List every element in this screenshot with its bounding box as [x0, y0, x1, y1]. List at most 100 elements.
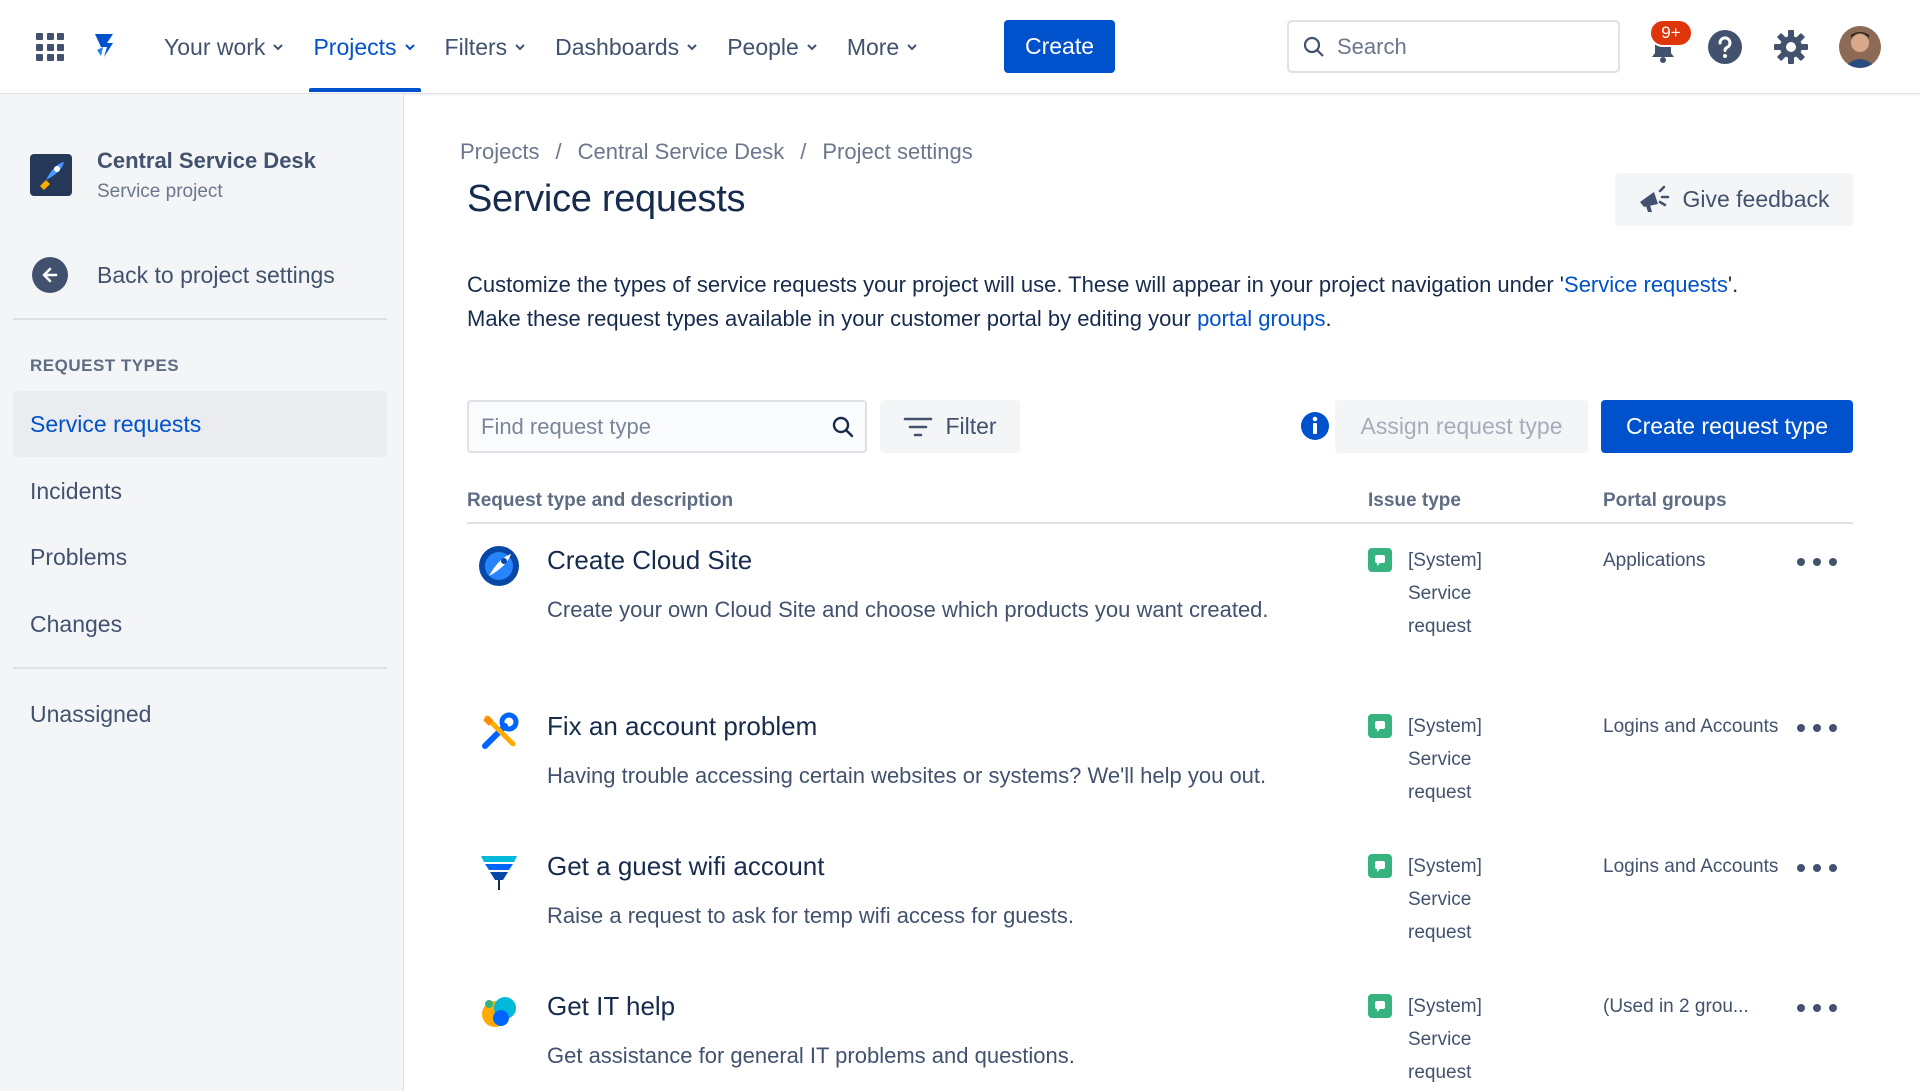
request-type-title[interactable]: Fix an account problem	[547, 711, 817, 742]
find-request-type-input[interactable]	[481, 413, 821, 440]
back-to-project-settings[interactable]: Back to project settings	[32, 257, 335, 293]
page-title: Service requests	[467, 178, 746, 220]
service-requests-link[interactable]: Service requests	[1564, 272, 1728, 297]
megaphone-icon	[1640, 185, 1670, 212]
nav-label: Projects	[313, 33, 397, 60]
nav-your-work[interactable]: Your work	[150, 0, 299, 94]
project-name: Central Service Desk	[97, 148, 316, 173]
table-header-divider	[467, 522, 1853, 524]
issue-type-label: [System] Service request	[1408, 856, 1482, 943]
search-input[interactable]	[1337, 33, 1597, 60]
feedback-label: Give feedback	[1682, 186, 1830, 212]
nav-label: Your work	[164, 33, 266, 60]
chevron-down-icon	[907, 44, 917, 51]
settings-gear-icon[interactable]	[1773, 29, 1809, 65]
more-actions-icon[interactable]	[1797, 724, 1837, 736]
rocket-icon	[30, 154, 72, 196]
user-avatar-icon	[1839, 26, 1881, 68]
wifi-funnel-icon	[481, 856, 517, 890]
desc-text: Make these request types available in yo…	[467, 306, 1198, 331]
portal-group-cell: Applications	[1603, 550, 1706, 571]
column-header-request-type: Request type and description	[467, 490, 734, 511]
sidebar-item-changes[interactable]: Changes	[13, 591, 387, 657]
nav-dashboards[interactable]: Dashboards	[541, 0, 713, 94]
breadcrumb: Projects / Central Service Desk / Projec…	[460, 139, 973, 165]
tools-icon	[482, 712, 519, 749]
chevron-down-icon	[807, 44, 817, 51]
request-type-description: Get assistance for general IT problems a…	[547, 1043, 1075, 1068]
more-actions-icon[interactable]	[1797, 864, 1837, 876]
breadcrumb-projects[interactable]: Projects	[460, 139, 539, 165]
sidebar-item-unassigned[interactable]: Unassigned	[13, 681, 387, 747]
desc-text: Customize the types of service requests …	[467, 272, 1565, 297]
issue-type-label: [System] Service request	[1408, 550, 1482, 637]
column-header-issue-type: Issue type	[1368, 490, 1461, 511]
request-type-description: Raise a request to ask for temp wifi acc…	[547, 903, 1075, 928]
breadcrumb-separator: /	[555, 139, 562, 164]
page-description: Customize the types of service requests …	[467, 268, 1867, 336]
chevron-down-icon	[404, 44, 415, 51]
breadcrumb-project[interactable]: Central Service Desk	[578, 139, 785, 165]
help-icon[interactable]	[1707, 29, 1743, 65]
search-icon	[832, 416, 854, 438]
rocket-globe-icon	[479, 546, 519, 586]
project-avatar	[30, 154, 72, 196]
find-request-type[interactable]	[467, 400, 867, 453]
sidebar-item-problems[interactable]: Problems	[13, 524, 387, 590]
top-navigation: Your work Projects Filters Dashboards Pe…	[0, 0, 1920, 94]
app-switcher-icon[interactable]	[36, 33, 64, 61]
sidebar-item-service-requests[interactable]: Service requests	[13, 391, 387, 457]
nav-projects[interactable]: Projects	[299, 0, 430, 94]
project-type: Service project	[97, 181, 223, 202]
issue-type-label: [System] Service request	[1408, 996, 1482, 1083]
more-actions-icon[interactable]	[1797, 558, 1837, 570]
request-type-title[interactable]: Create Cloud Site	[547, 545, 752, 576]
arrow-left-icon	[32, 257, 68, 293]
info-icon[interactable]	[1300, 411, 1330, 441]
request-type-title[interactable]: Get IT help	[547, 991, 675, 1022]
service-request-icon	[1368, 714, 1392, 738]
portal-group-cell: (Used in 2 grou...	[1603, 996, 1749, 1017]
breadcrumb-separator: /	[800, 139, 807, 164]
back-label: Back to project settings	[97, 261, 335, 288]
chevron-down-icon	[687, 44, 697, 51]
more-actions-icon[interactable]	[1797, 1004, 1837, 1016]
notification-badge: 9+	[1649, 19, 1693, 47]
nav-filters[interactable]: Filters	[431, 0, 542, 94]
section-heading: REQUEST TYPES	[30, 356, 180, 375]
search-icon	[1303, 36, 1324, 57]
service-request-icon	[1368, 994, 1392, 1018]
filter-label: Filter	[945, 413, 997, 439]
nav-label: Filters	[444, 33, 508, 60]
create-request-type-button[interactable]: Create request type	[1601, 400, 1853, 453]
column-header-portal-groups: Portal groups	[1603, 490, 1727, 511]
chevron-down-icon	[515, 44, 525, 51]
service-request-icon	[1368, 548, 1392, 572]
jira-logo-icon[interactable]	[89, 30, 123, 64]
request-type-description: Having trouble accessing certain website…	[547, 763, 1267, 788]
request-type-title[interactable]: Get a guest wifi account	[547, 851, 824, 882]
assign-request-type-button[interactable]: Assign request type	[1335, 400, 1588, 453]
project-sidebar: Central Service Desk Service project Bac…	[0, 94, 404, 1091]
nav-label: More	[846, 33, 900, 60]
portal-groups-link[interactable]: portal groups	[1197, 306, 1325, 331]
request-type-description: Create your own Cloud Site and choose wh…	[547, 597, 1269, 622]
portal-group-cell: Logins and Accounts	[1603, 856, 1779, 877]
sidebar-divider	[13, 318, 387, 320]
nav-people[interactable]: People	[713, 0, 833, 94]
create-button[interactable]: Create	[1004, 20, 1115, 73]
give-feedback-button[interactable]: Give feedback	[1615, 173, 1853, 226]
breadcrumb-settings[interactable]: Project settings	[822, 139, 972, 165]
nav-more[interactable]: More	[833, 0, 933, 94]
global-search[interactable]	[1287, 20, 1620, 73]
service-request-icon	[1368, 854, 1392, 878]
nav-label: People	[727, 33, 799, 60]
primary-nav: Your work Projects Filters Dashboards Pe…	[150, 0, 933, 94]
desc-text: '.	[1727, 272, 1739, 297]
user-avatar[interactable]	[1839, 26, 1881, 68]
sidebar-item-incidents[interactable]: Incidents	[13, 458, 387, 524]
issue-type-label: [System] Service request	[1408, 716, 1482, 803]
sidebar-divider	[13, 667, 387, 669]
chevron-down-icon	[273, 44, 284, 51]
filter-button[interactable]: Filter	[880, 400, 1020, 453]
